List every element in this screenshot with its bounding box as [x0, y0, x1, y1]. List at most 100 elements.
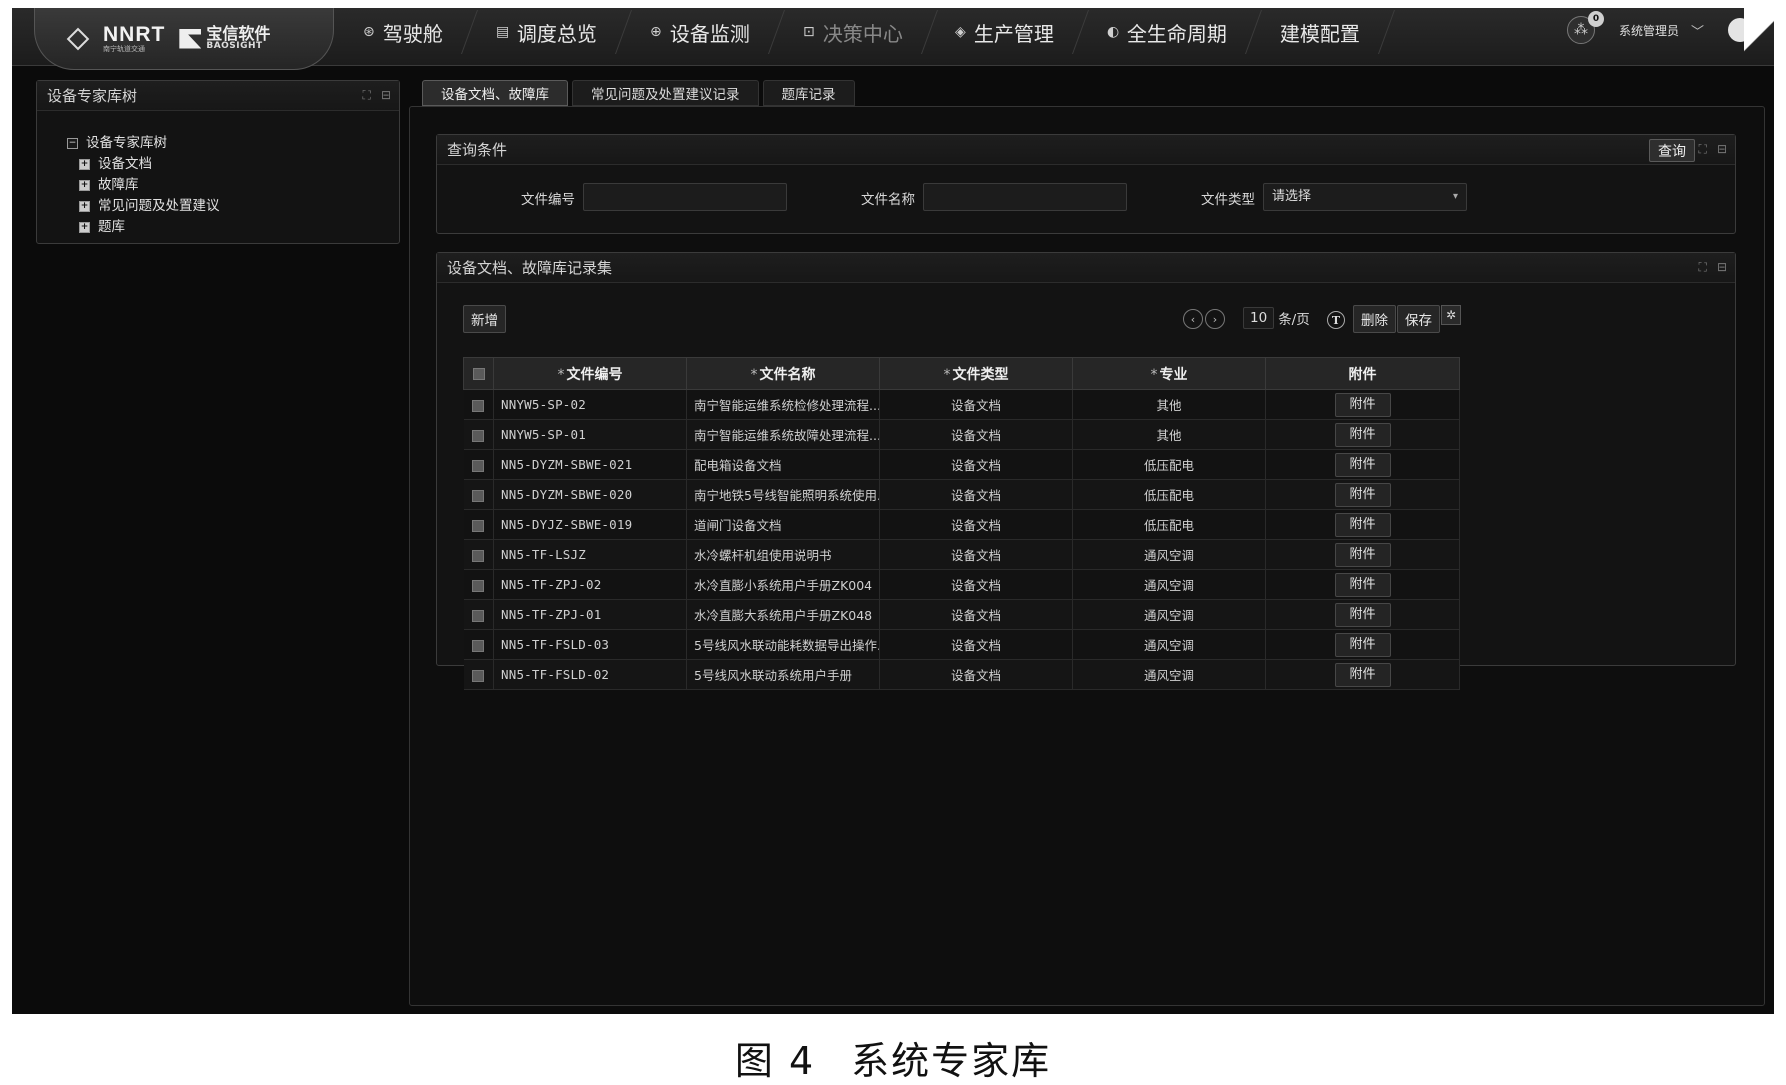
- row-select-cell[interactable]: [463, 569, 494, 600]
- doc-name-input[interactable]: [923, 183, 1127, 211]
- cell-major[interactable]: 通风空调: [1072, 599, 1266, 630]
- row-select-cell[interactable]: [463, 389, 494, 420]
- collapse-icon[interactable]: ⊟: [381, 88, 391, 103]
- checkbox[interactable]: [472, 489, 485, 502]
- attachment-button[interactable]: 附件: [1334, 632, 1391, 657]
- nav-item-decision-center[interactable]: ⊡ 决策中心: [768, 10, 938, 54]
- table-row[interactable]: NN5-DYZM-SBWE-021 配电箱设备文档 设备文档 低压配电 附件: [463, 449, 1460, 480]
- page-size-select[interactable]: 10 条/页: [1243, 307, 1310, 329]
- nav-item-production[interactable]: ◈ 生产管理: [921, 10, 1090, 54]
- cell-doc-no[interactable]: NN5-DYJZ-SBWE-019: [493, 509, 687, 540]
- checkbox[interactable]: [472, 459, 485, 472]
- row-select-cell[interactable]: [463, 449, 494, 480]
- column-header[interactable]: * 文件名称: [686, 357, 880, 390]
- cell-doc-name[interactable]: 5号线风水联动能耗数据导出操作...: [686, 629, 880, 660]
- attachment-button[interactable]: 附件: [1334, 482, 1391, 507]
- expand-icon[interactable]: ⛶: [1699, 260, 1707, 275]
- table-row[interactable]: NN5-DYZM-SBWE-020 南宁地铁5号线智能照明系统使用... 设备文档低…: [463, 479, 1460, 510]
- next-page-icon[interactable]: ›: [1205, 309, 1225, 329]
- cell-major[interactable]: 低压配电: [1072, 449, 1266, 480]
- tree-node-faq[interactable]: + 常见问题及处置建议: [67, 196, 399, 217]
- cell-doc-name[interactable]: 南宁智能运维系统故障处理流程...: [686, 419, 880, 450]
- table-row[interactable]: NN5-TF-LSJZ 水冷螺杆机组使用说明书 设备文档 通风空调 附件: [463, 539, 1460, 570]
- checkbox[interactable]: [472, 429, 485, 442]
- cell-doc-name[interactable]: 水冷直膨大系统用户手册ZK048: [686, 599, 880, 630]
- row-select-cell[interactable]: [463, 659, 494, 690]
- plus-icon[interactable]: +: [79, 222, 90, 233]
- cell-doc-name[interactable]: 5号线风水联动系统用户手册: [686, 659, 880, 690]
- plus-icon[interactable]: +: [79, 201, 90, 212]
- cell-doc-type[interactable]: 设备文档: [879, 659, 1073, 690]
- tree-node-fault-library[interactable]: + 故障库: [67, 175, 399, 196]
- doc-type-select[interactable]: 请选择 ▾: [1263, 183, 1467, 211]
- plus-icon[interactable]: +: [79, 180, 90, 191]
- query-button[interactable]: 查询: [1649, 139, 1695, 162]
- cell-doc-no[interactable]: NN5-DYZM-SBWE-020: [493, 479, 687, 510]
- nav-item-lifecycle[interactable]: ◐ 全生命周期: [1073, 10, 1263, 54]
- attachment-button[interactable]: 附件: [1334, 602, 1391, 627]
- cell-doc-type[interactable]: 设备文档: [879, 419, 1073, 450]
- checkbox[interactable]: [472, 609, 485, 622]
- cell-doc-no[interactable]: NN5-TF-LSJZ: [493, 539, 687, 570]
- cell-doc-type[interactable]: 设备文档: [879, 569, 1073, 600]
- cell-doc-type[interactable]: 设备文档: [879, 449, 1073, 480]
- column-header[interactable]: * 专业: [1072, 357, 1266, 390]
- cell-doc-no[interactable]: NNYW5-SP-01: [493, 419, 687, 450]
- cell-doc-name[interactable]: 水冷直膨小系统用户手册ZK004: [686, 569, 880, 600]
- nav-item-dispatch-overview[interactable]: ▤ 调度总览: [461, 10, 632, 54]
- attachment-button[interactable]: 附件: [1334, 542, 1391, 567]
- chevron-down-icon[interactable]: ﹀: [1691, 21, 1704, 40]
- user-name[interactable]: 系统管理员: [1619, 22, 1679, 39]
- attachment-button[interactable]: 附件: [1334, 422, 1391, 447]
- minus-icon[interactable]: −: [67, 138, 78, 149]
- table-row[interactable]: NN5-TF-FSLD-03 5号线风水联动能耗数据导出操作... 设备文档 通风空调…: [463, 629, 1460, 660]
- prev-page-icon[interactable]: ‹: [1183, 309, 1203, 329]
- row-select-cell[interactable]: [463, 599, 494, 630]
- gear-icon[interactable]: ✲: [1441, 305, 1461, 325]
- row-select-cell[interactable]: [463, 629, 494, 660]
- cell-major[interactable]: 通风空调: [1072, 659, 1266, 690]
- table-row[interactable]: NN5-TF-FSLD-02 5号线风水联动系统用户手册 设备文档 通风空调 附件: [463, 659, 1460, 690]
- nav-item-device-monitoring[interactable]: ⊕ 设备监测: [615, 10, 785, 54]
- cell-doc-type[interactable]: 设备文档: [879, 509, 1073, 540]
- row-select-cell[interactable]: [463, 419, 494, 450]
- tree-node-device-docs[interactable]: + 设备文档: [67, 154, 399, 175]
- collapse-icon[interactable]: ⊟: [1717, 260, 1727, 275]
- cell-doc-no[interactable]: NN5-TF-FSLD-03: [493, 629, 687, 660]
- checkbox[interactable]: [472, 549, 485, 562]
- text-format-icon[interactable]: T: [1327, 311, 1345, 329]
- cell-major[interactable]: 其他: [1072, 419, 1266, 450]
- checkbox[interactable]: [472, 519, 485, 532]
- attachment-button[interactable]: 附件: [1334, 452, 1391, 477]
- cell-doc-type[interactable]: 设备文档: [879, 629, 1073, 660]
- doc-no-input[interactable]: [583, 183, 787, 211]
- cell-doc-type[interactable]: 设备文档: [879, 599, 1073, 630]
- cell-doc-type[interactable]: 设备文档: [879, 389, 1073, 420]
- cell-major[interactable]: 低压配电: [1072, 479, 1266, 510]
- cell-major[interactable]: 通风空调: [1072, 569, 1266, 600]
- column-header[interactable]: 附件: [1265, 357, 1460, 390]
- nav-item-cockpit[interactable]: ⊛ 驾驶舱: [328, 10, 478, 54]
- cell-doc-type[interactable]: 设备文档: [879, 479, 1073, 510]
- save-button[interactable]: 保存: [1397, 305, 1440, 333]
- cell-doc-name[interactable]: 南宁智能运维系统检修处理流程...: [686, 389, 880, 420]
- cell-doc-no[interactable]: NN5-TF-ZPJ-02: [493, 569, 687, 600]
- tree-node-root[interactable]: − 设备专家库树: [67, 133, 399, 154]
- expand-icon[interactable]: ⛶: [363, 88, 371, 103]
- expand-icon[interactable]: ⛶: [1699, 142, 1707, 157]
- checkbox[interactable]: [472, 669, 485, 682]
- attachment-button[interactable]: 附件: [1334, 662, 1391, 687]
- cell-major[interactable]: 通风空调: [1072, 629, 1266, 660]
- cell-major[interactable]: 低压配电: [1072, 509, 1266, 540]
- table-row[interactable]: NN5-TF-ZPJ-02 水冷直膨小系统用户手册ZK004 设备文档 通风空调 附件: [463, 569, 1460, 600]
- row-select-cell[interactable]: [463, 539, 494, 570]
- cell-doc-type[interactable]: 设备文档: [879, 539, 1073, 570]
- notification-button[interactable]: ⁂ 0: [1566, 11, 1604, 44]
- cell-doc-no[interactable]: NN5-DYZM-SBWE-021: [493, 449, 687, 480]
- checkbox[interactable]: [472, 639, 485, 652]
- cell-doc-name[interactable]: 南宁地铁5号线智能照明系统使用...: [686, 479, 880, 510]
- column-header[interactable]: * 文件类型: [879, 357, 1073, 390]
- table-row[interactable]: NN5-TF-ZPJ-01 水冷直膨大系统用户手册ZK048 设备文档 通风空调 附件: [463, 599, 1460, 630]
- nav-item-modeling-config[interactable]: 建模配置: [1246, 10, 1396, 54]
- cell-doc-name[interactable]: 水冷螺杆机组使用说明书: [686, 539, 880, 570]
